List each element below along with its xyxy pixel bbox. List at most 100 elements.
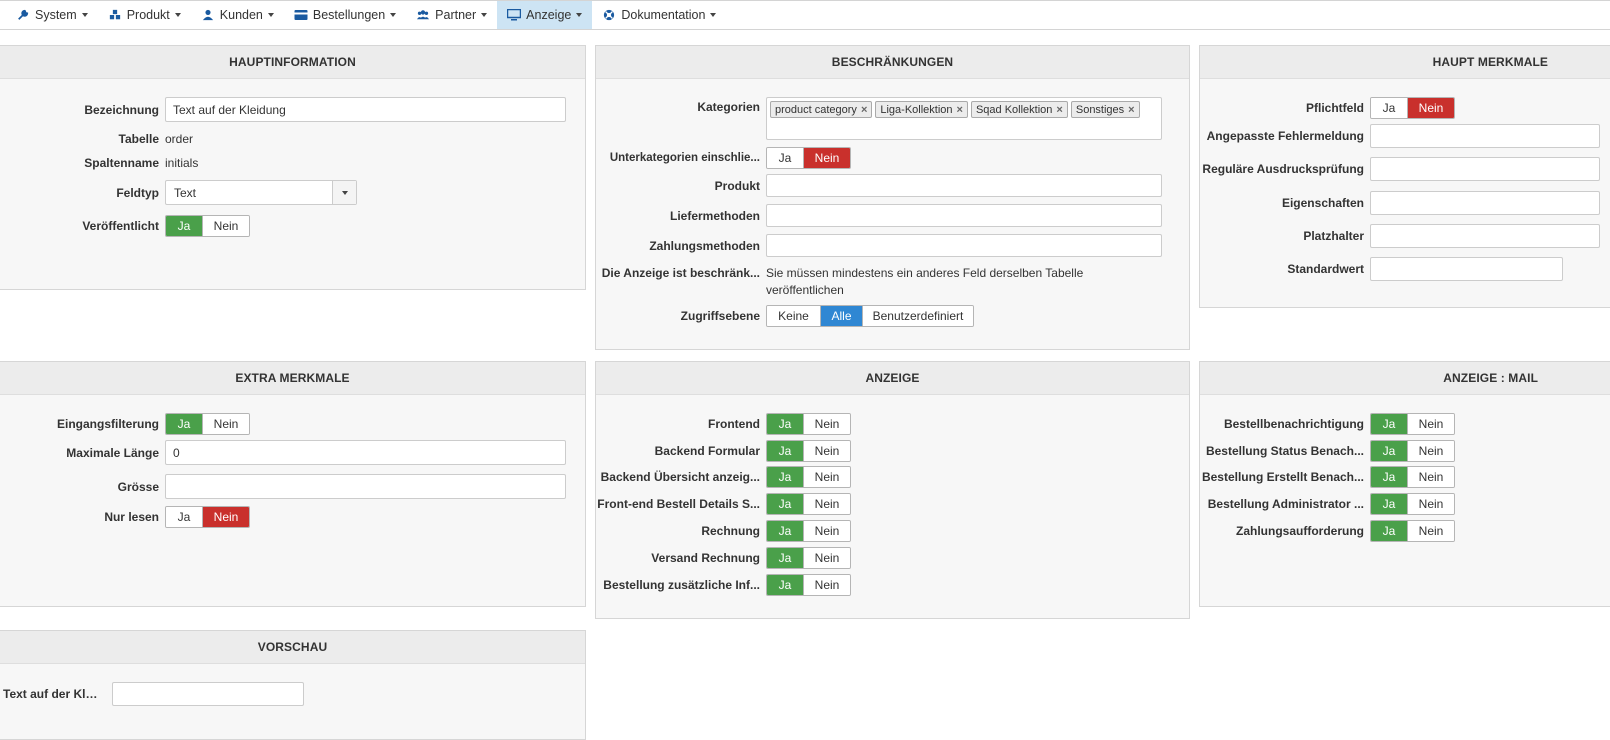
status-benachrichtigung-nein-button[interactable]: Nein — [1407, 441, 1454, 461]
zugriffsebene-keine-button[interactable]: Keine — [767, 306, 820, 326]
nur-lesen-ja-button[interactable]: Ja — [166, 507, 202, 527]
groesse-input[interactable] — [165, 474, 566, 499]
zahlungsaufforderung-ja-button[interactable]: Ja — [1371, 521, 1407, 541]
chevron-down-icon — [174, 13, 181, 17]
users-icon — [417, 10, 430, 20]
erstellt-benachrichtigung-ja-button[interactable]: Ja — [1371, 467, 1407, 487]
versand-rechnung-nein-button[interactable]: Nein — [803, 548, 850, 568]
cubes-icon — [109, 9, 120, 20]
frontend-ja-button[interactable]: Ja — [767, 414, 803, 434]
nav-anzeige[interactable]: Anzeige — [497, 1, 593, 29]
regex-input[interactable] — [1370, 157, 1600, 181]
nav-bestellungen[interactable]: Bestellungen — [284, 1, 406, 29]
unterkategorien-toggle: Ja Nein — [766, 147, 851, 169]
feldtyp-selected-value: Text — [174, 185, 197, 200]
anzeige-item-label: Backend Formular — [654, 444, 760, 458]
nav-dokumentation[interactable]: Dokumentation — [592, 1, 726, 29]
nur-lesen-nein-button[interactable]: Nein — [202, 507, 249, 527]
kategorie-tag: Liga-Kollektion × — [875, 101, 968, 118]
eingangsfilterung-nein-button[interactable]: Nein — [202, 414, 249, 434]
close-icon[interactable]: × — [1128, 104, 1134, 116]
platzhalter-input[interactable] — [1370, 224, 1600, 248]
bestellbenachrichtigung-ja-button[interactable]: Ja — [1371, 414, 1407, 434]
nav-dokumentation-label: Dokumentation — [621, 8, 706, 22]
erstellt-benachrichtigung-toggle: Ja Nein — [1370, 466, 1455, 488]
feldtyp-label: Feldtyp — [116, 185, 159, 200]
mail-item-label: Bestellung Administrator ... — [1207, 497, 1364, 511]
nav-partner[interactable]: Partner — [406, 1, 497, 29]
zahlungsmethoden-input[interactable] — [766, 234, 1162, 257]
nav-kunden-label: Kunden — [219, 8, 263, 22]
administrator-nein-button[interactable]: Nein — [1407, 494, 1454, 514]
backend-formular-toggle: Ja Nein — [766, 440, 851, 462]
kategorie-tag-label: Sqad Kollektion — [975, 103, 1053, 116]
bestellung-zusaetzliche-info-nein-button[interactable]: Nein — [803, 575, 850, 595]
chevron-down-icon[interactable] — [332, 181, 356, 204]
anzeige-item-label: Rechnung — [701, 524, 760, 538]
panel-title: BESCHRÄNKUNGEN — [596, 46, 1189, 79]
nav-bestellungen-label: Bestellungen — [312, 8, 386, 22]
panel-hauptinformation: HAUPTINFORMATION Bezeichnung Text auf de… — [0, 45, 586, 290]
frontend-bestell-details-nein-button[interactable]: Nein — [803, 494, 850, 514]
zugriffsebene-benutzerdefiniert-button[interactable]: Benutzerdefiniert — [862, 306, 973, 326]
eigenschaften-input[interactable] — [1370, 191, 1600, 215]
produkt-input[interactable] — [766, 174, 1162, 197]
nav-kunden[interactable]: Kunden — [191, 1, 284, 29]
fehlermeldung-input[interactable] — [1370, 124, 1600, 148]
erstellt-benachrichtigung-nein-button[interactable]: Nein — [1407, 467, 1454, 487]
pflichtfeld-nein-button[interactable]: Nein — [1407, 98, 1454, 118]
close-icon[interactable]: × — [1056, 104, 1062, 116]
liefermethoden-input[interactable] — [766, 204, 1162, 227]
panel-title: ANZEIGE — [596, 362, 1189, 395]
standardwert-input[interactable] — [1370, 257, 1563, 281]
feldtyp-select[interactable]: Text — [165, 180, 357, 205]
zugriffsebene-alle-button[interactable]: Alle — [820, 306, 862, 326]
liefermethoden-label: Liefermethoden — [669, 208, 760, 223]
panel-title: ANZEIGE : MAIL — [1200, 362, 1610, 395]
versand-rechnung-ja-button[interactable]: Ja — [767, 548, 803, 568]
pflichtfeld-toggle: Ja Nein — [1370, 97, 1455, 119]
anzeige-item-label: Versand Rechnung — [651, 551, 760, 565]
main-menu: System Produkt Kunden Bestellungen Partn… — [0, 1, 1610, 29]
rechnung-nein-button[interactable]: Nein — [803, 521, 850, 541]
frontend-bestell-details-ja-button[interactable]: Ja — [767, 494, 803, 514]
zahlungsaufforderung-nein-button[interactable]: Nein — [1407, 521, 1454, 541]
kategorie-tag-label: Sonstiges — [1075, 103, 1125, 116]
administrator-toggle: Ja Nein — [1370, 493, 1455, 515]
pflichtfeld-ja-button[interactable]: Ja — [1371, 98, 1407, 118]
backend-uebersicht-nein-button[interactable]: Nein — [803, 467, 850, 487]
status-benachrichtigung-ja-button[interactable]: Ja — [1371, 441, 1407, 461]
rechnung-ja-button[interactable]: Ja — [767, 521, 803, 541]
close-icon[interactable]: × — [861, 104, 867, 116]
unterkategorien-ja-button[interactable]: Ja — [767, 148, 803, 168]
bestellung-zusaetzliche-info-ja-button[interactable]: Ja — [767, 575, 803, 595]
kategorie-tag: Sqad Kollektion × — [970, 101, 1068, 118]
max-laenge-label: Maximale Länge — [66, 445, 159, 460]
panel-extra-merkmale: EXTRA MERKMALE Eingangsfilterung Ja Nein… — [0, 361, 586, 607]
backend-formular-nein-button[interactable]: Nein — [803, 441, 850, 461]
backend-uebersicht-ja-button[interactable]: Ja — [767, 467, 803, 487]
max-laenge-input[interactable]: 0 — [165, 440, 566, 465]
veroeffentlicht-nein-button[interactable]: Nein — [202, 216, 249, 236]
anzeige-item-label: Frontend — [708, 417, 760, 431]
frontend-nein-button[interactable]: Nein — [803, 414, 850, 434]
panel-beschraenkungen: BESCHRÄNKUNGEN Kategorien product catego… — [595, 45, 1190, 350]
credit-card-icon — [294, 10, 308, 20]
nav-produkt[interactable]: Produkt — [98, 1, 191, 29]
veroeffentlicht-ja-button[interactable]: Ja — [166, 216, 202, 236]
administrator-ja-button[interactable]: Ja — [1371, 494, 1407, 514]
unterkategorien-nein-button[interactable]: Nein — [803, 148, 850, 168]
vorschau-input[interactable] — [112, 682, 304, 706]
backend-formular-ja-button[interactable]: Ja — [767, 441, 803, 461]
mail-item-label: Bestellbenachrichtigung — [1223, 417, 1364, 431]
close-icon[interactable]: × — [957, 104, 963, 116]
bestellbenachrichtigung-nein-button[interactable]: Nein — [1407, 414, 1454, 434]
nur-lesen-label: Nur lesen — [104, 510, 159, 524]
mail-item-label: Bestellung Erstellt Benach... — [1201, 470, 1364, 484]
nur-lesen-toggle: Ja Nein — [165, 506, 250, 528]
eingangsfilterung-toggle: Ja Nein — [165, 413, 250, 435]
kategorien-tag-input[interactable]: product category × Liga-Kollektion × Sqad … — [766, 97, 1162, 140]
eingangsfilterung-ja-button[interactable]: Ja — [166, 414, 202, 434]
nav-system[interactable]: System — [6, 1, 98, 29]
bezeichnung-input[interactable]: Text auf der Kleidung — [165, 97, 566, 122]
